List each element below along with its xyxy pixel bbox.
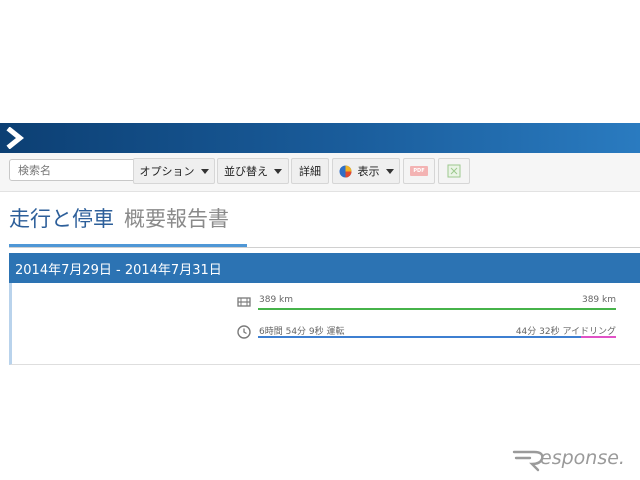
details-label: 詳細	[299, 165, 321, 178]
report-title: 走行と停車	[9, 207, 114, 231]
app-header-bar	[0, 123, 640, 153]
options-dropdown-button[interactable]: オプション	[133, 158, 215, 184]
search-input[interactable]	[9, 159, 139, 181]
display-dropdown-button[interactable]: 表示	[332, 158, 400, 184]
toolbar: オプション 並び替え 詳細 表示 PDF	[0, 153, 640, 192]
caret-down-icon	[274, 168, 282, 174]
distance-value: 389 km	[259, 295, 294, 305]
details-button[interactable]: 詳細	[291, 158, 329, 184]
sort-label: 並び替え	[224, 165, 268, 178]
distance-bar	[258, 308, 616, 310]
report-subtitle: 概要報告書	[124, 207, 229, 231]
sort-dropdown-button[interactable]: 並び替え	[217, 158, 289, 184]
spreadsheet-icon	[447, 164, 461, 178]
pdf-export-button[interactable]: PDF	[403, 158, 435, 184]
options-label: オプション	[139, 165, 195, 178]
clock-icon	[237, 325, 251, 339]
divider	[9, 247, 640, 248]
response-logo-text: esponse.	[540, 447, 625, 469]
date-range-label: 2014年7月29日 - 2014年7月31日	[15, 262, 222, 278]
display-label: 表示	[357, 165, 380, 178]
caret-down-icon	[385, 168, 394, 174]
date-range-bar: 2014年7月29日 - 2014年7月31日	[9, 253, 640, 283]
pdf-icon: PDF	[410, 166, 428, 176]
excel-export-button[interactable]	[438, 158, 470, 184]
distance-total: 389 km	[581, 295, 616, 305]
idling-bar	[581, 336, 616, 338]
chevron-right-icon[interactable]	[6, 127, 26, 149]
pie-chart-icon	[339, 165, 351, 177]
caret-down-icon	[200, 168, 209, 174]
page-title: 走行と停車 概要報告書	[9, 203, 229, 233]
distance-icon	[237, 297, 251, 307]
driving-bar	[258, 336, 581, 338]
